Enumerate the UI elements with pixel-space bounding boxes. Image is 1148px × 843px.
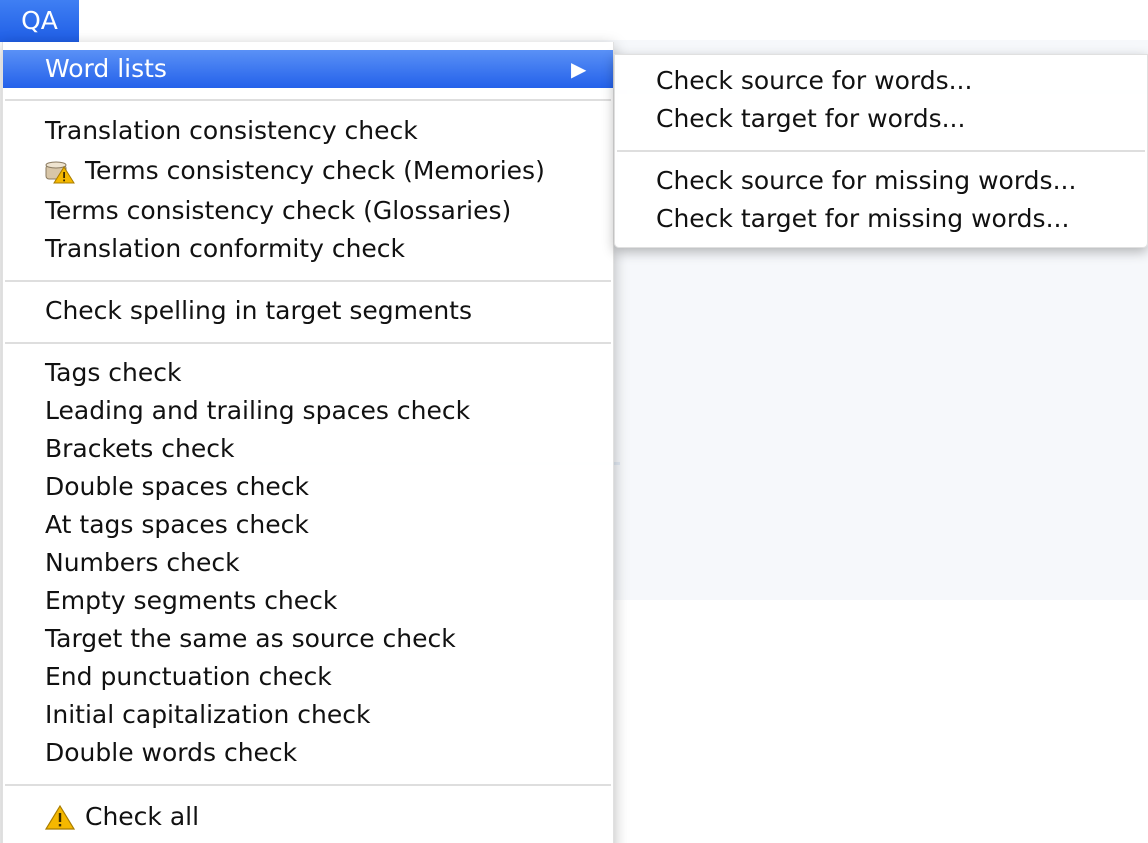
menu-item-check-all[interactable]: Check all [3, 798, 613, 836]
menu-item-double-spaces[interactable]: Double spaces check [3, 468, 613, 506]
submenu-item-check-target-missing-words[interactable]: Check target for missing words... [615, 200, 1147, 238]
menu-item-label: Check source for words... [656, 66, 973, 95]
menu-item-label: Initial capitalization check [45, 700, 371, 729]
menu-item-label: Check all [85, 802, 200, 831]
menu-qa[interactable]: QA [0, 0, 79, 42]
menu-item-label: Translation consistency check [45, 116, 418, 145]
warning-icon [45, 804, 75, 830]
menu-item-label: Tags check [45, 358, 182, 387]
menu-separator [617, 150, 1145, 152]
qa-dropdown-menu: Word lists ▶ Translation consistency che… [2, 42, 614, 843]
menu-item-label: End punctuation check [45, 662, 332, 691]
menu-item-label: Target the same as source check [45, 624, 456, 653]
menu-item-translation-consistency[interactable]: Translation consistency check [3, 112, 613, 150]
menu-item-word-lists[interactable]: Word lists ▶ [3, 50, 613, 88]
menu-item-label: Check spelling in target segments [45, 296, 473, 325]
menu-item-label: Check target for words... [656, 104, 966, 133]
menu-item-label: Brackets check [45, 434, 235, 463]
menu-item-terms-consistency-glossaries[interactable]: Terms consistency check (Glossaries) [3, 192, 613, 230]
menu-item-numbers-check[interactable]: Numbers check [3, 544, 613, 582]
menu-item-label: Translation conformity check [45, 234, 406, 263]
menu-item-initial-capitalization[interactable]: Initial capitalization check [3, 696, 613, 734]
menu-item-label: Leading and trailing spaces check [45, 396, 471, 425]
menu-item-label: Word lists [45, 54, 167, 83]
menu-item-empty-segments[interactable]: Empty segments check [3, 582, 613, 620]
menu-item-leading-trailing-spaces[interactable]: Leading and trailing spaces check [3, 392, 613, 430]
menu-item-brackets-check[interactable]: Brackets check [3, 430, 613, 468]
menu-item-target-same-as-source[interactable]: Target the same as source check [3, 620, 613, 658]
menu-separator [5, 280, 611, 282]
memory-warning-icon [45, 161, 75, 184]
menu-item-check-spelling[interactable]: Check spelling in target segments [3, 292, 613, 330]
menu-item-label: Check target for missing words... [656, 204, 1070, 233]
submenu-item-check-source-words[interactable]: Check source for words... [615, 62, 1147, 100]
menu-item-label: Double spaces check [45, 472, 310, 501]
word-lists-submenu: Check source for words... Check target f… [614, 54, 1148, 248]
menu-item-label: At tags spaces check [45, 510, 309, 539]
menu-item-end-punctuation[interactable]: End punctuation check [3, 658, 613, 696]
screen: QA Word lists ▶ Translation consistency … [0, 0, 1148, 843]
menu-item-label: Terms consistency check (Glossaries) [45, 196, 512, 225]
menu-item-label: Double words check [45, 738, 298, 767]
submenu-arrow-icon: ▶ [571, 57, 587, 81]
menu-item-tags-check[interactable]: Tags check [3, 354, 613, 392]
submenu-item-check-target-words[interactable]: Check target for words... [615, 100, 1147, 138]
menu-item-terms-consistency-memories[interactable]: Terms consistency check (Memories) [3, 152, 613, 190]
menu-separator [5, 342, 611, 344]
menu-item-label: Terms consistency check (Memories) [85, 156, 545, 185]
menu-item-at-tags-spaces[interactable]: At tags spaces check [3, 506, 613, 544]
menu-item-label: Empty segments check [45, 586, 338, 615]
menu-item-translation-conformity[interactable]: Translation conformity check [3, 230, 613, 268]
menu-separator [5, 99, 611, 101]
menu-item-double-words[interactable]: Double words check [3, 734, 613, 772]
menu-item-label: Check source for missing words... [656, 166, 1077, 195]
menu-item-label: Numbers check [45, 548, 240, 577]
menu-separator [5, 784, 611, 786]
submenu-item-check-source-missing-words[interactable]: Check source for missing words... [615, 162, 1147, 200]
